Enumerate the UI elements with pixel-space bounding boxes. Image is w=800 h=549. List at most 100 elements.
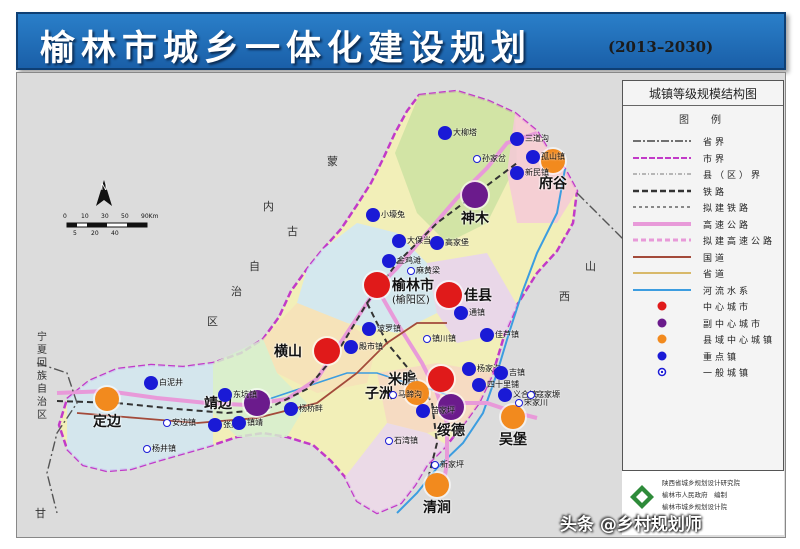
town-label: 安边镇 [172,418,196,427]
legend-symbol-icon [633,272,691,274]
city-label: 横山 [274,344,302,360]
key-town-marker [454,306,468,320]
key-town-marker [284,402,298,416]
legend-label: 副中心城市 [703,319,764,330]
city-marker [428,366,454,392]
city-label: 吴堡 [499,432,527,448]
city-label: 神木 [461,211,489,227]
legend-row: 省道 [629,265,779,281]
town-label: 大保当 [407,236,431,245]
legend-symbol-icon [657,334,667,344]
institute-name: 陕西省城乡规划设计研究院 [662,479,740,487]
legend-symbol-icon [633,221,691,226]
town-marker [431,461,439,469]
town-label: 杨桥畔 [299,404,323,413]
town-label: 苗家坪 [431,406,455,415]
town-marker [515,399,523,407]
city-label: 佳县 [464,288,492,304]
legend-row: 铁路 [629,183,779,199]
gov-name: 榆林市人民政府 编制 [662,491,727,499]
legend-row: 拟建高速公路 [629,232,779,248]
key-town-marker [208,418,222,432]
city-sublabel: (榆阳区) [392,295,430,306]
key-town-marker [362,322,376,336]
legend-divider [623,105,783,106]
town-marker [389,391,397,399]
town-label: 新家坪 [440,460,464,469]
key-town-marker [462,362,476,376]
legend-label: 中心城市 [703,303,752,313]
town-label: 通镇 [469,308,485,317]
town-label: 白泥井 [159,378,183,387]
legend-label: 市界 [703,154,728,165]
city-marker [314,338,340,364]
legend-symbol-icon [633,156,691,159]
legend-symbol-icon [657,301,667,311]
town-label: 东坑镇 [233,390,257,399]
town-label: 小壕兔 [381,210,405,219]
legend-label: 省道 [703,270,728,280]
legend-label: 一般城镇 [703,369,752,379]
city-marker [95,387,119,411]
legend-label: 省界 [703,138,728,148]
legend-row: 河流水系 [629,282,779,298]
key-town-marker [232,416,246,430]
map-main-title: 榆林市城乡一体化建设规划 [40,29,533,69]
legend-row: 中心城市 [629,298,779,314]
town-label: 马蹄沟 [398,390,422,399]
title-banner: 榆林市城乡一体化建设规划 (2013–2030) [16,12,786,70]
legend-row: 县（区）界 [629,166,779,182]
legend-label: 高速公路 [703,220,752,231]
legend-symbol-icon [633,255,691,258]
legend-row: 一般城镇 [629,364,779,380]
town-label: 波罗镇 [377,324,401,333]
map-figure: 榆林市城乡一体化建设规划 (2013–2030) N 0 10 30 50 90… [0,0,800,549]
plan-years: (2013–2030) [608,38,714,56]
town-marker [143,445,151,453]
legend-row: 市界 [629,150,779,166]
legend-label: 铁路 [703,187,728,198]
town-label: 镇川镇 [432,334,456,343]
legend-symbol-icon [657,351,667,360]
legend-row: 省界 [629,133,779,149]
legend-symbol-icon [633,140,691,142]
legend-row: 拟建铁路 [629,199,779,215]
town-marker [527,391,535,399]
town-marker [423,335,431,343]
town-marker [407,267,415,275]
legend-label: 河流水系 [703,286,752,297]
legend-label: 重点镇 [703,352,740,363]
key-town-marker [416,404,430,418]
city-marker [501,405,525,429]
key-town-marker [498,388,512,402]
legend-label: 县（区）界 [703,171,764,181]
key-town-marker [510,166,524,180]
key-town-marker [366,208,380,222]
watermark-text: 头条 @乡村规划师 [560,515,702,535]
key-town-marker [510,132,524,146]
key-town-marker [494,366,508,380]
town-marker [163,419,171,427]
town-label: 高家堡 [445,238,469,247]
map-subtitle: 城镇等级规模结构图 [648,87,757,101]
city-label: 定边 [93,414,121,430]
town-label: 杨井镇 [152,444,176,453]
town-marker [473,155,481,163]
legend-label: 国道 [703,253,728,264]
town-label: 镇靖 [247,418,263,427]
town-label: 麻黄梁 [416,266,440,275]
legend-panel: 城镇等级规模结构图 图 例 省界 市界 县（区）界 铁路 拟建铁路 高速公路 拟建高速公路国… [622,80,784,535]
key-town-marker [218,388,232,402]
key-town-marker [438,126,452,140]
legend-symbol-icon [633,189,691,192]
legend-row: 重点镇 [629,348,779,364]
legend-label: 县域中心城镇 [703,336,776,346]
legend-row: 高速公路 [629,216,779,232]
legend-symbol-icon [657,367,667,377]
key-town-marker [382,254,396,268]
town-label: 三道沟 [525,134,549,143]
town-label: 孙家岔 [482,154,506,163]
key-town-marker [392,234,406,248]
town-marker [385,437,393,445]
city-marker [462,182,488,208]
